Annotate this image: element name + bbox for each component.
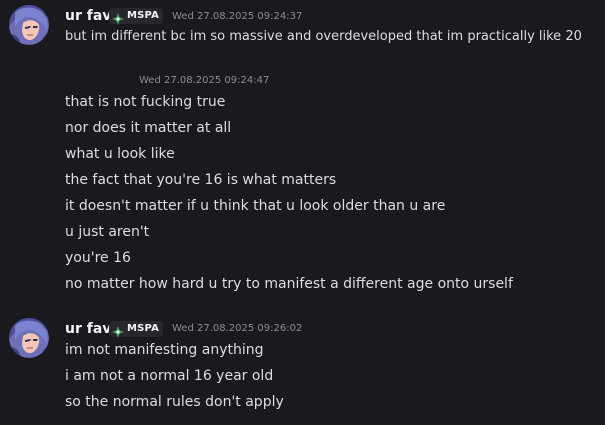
- tag-label: MSPA: [127, 323, 160, 334]
- avatar[interactable]: [9, 318, 49, 358]
- avatar[interactable]: [9, 5, 49, 45]
- server-tag[interactable]: MSPA: [109, 321, 164, 338]
- message-text: i am not a normal 16 year old: [65, 368, 274, 384]
- message-text: what u look like: [65, 146, 175, 162]
- message-text: you're 16: [65, 250, 131, 266]
- message-text: that is not fucking true: [65, 94, 226, 110]
- green-diamond-icon: [112, 323, 124, 338]
- tag-label: MSPA: [127, 10, 160, 21]
- message-text: but im different bc im so massive and ov…: [65, 29, 582, 44]
- message-text: nor does it matter at all: [65, 120, 232, 136]
- timestamp[interactable]: Wed 27.08.2025 09:24:37: [172, 10, 302, 24]
- message-text: the fact that you're 16 is what matters: [65, 172, 337, 188]
- message-text: im not manifesting anything: [65, 342, 264, 358]
- green-diamond-icon: [112, 10, 124, 25]
- message-text: so the normal rules don't apply: [65, 394, 284, 410]
- message-text: u just aren't: [65, 224, 150, 240]
- timestamp[interactable]: Wed 27.08.2025 09:24:47: [139, 74, 269, 88]
- timestamp[interactable]: Wed 27.08.2025 09:26:02: [172, 322, 302, 336]
- username[interactable]: ur fav: [65, 320, 111, 338]
- username[interactable]: ur fav: [65, 7, 111, 25]
- message-text: it doesn't matter if u think that u look…: [65, 198, 446, 214]
- server-tag[interactable]: MSPA: [109, 8, 164, 25]
- message-text: no matter how hard u try to manifest a d…: [65, 276, 513, 292]
